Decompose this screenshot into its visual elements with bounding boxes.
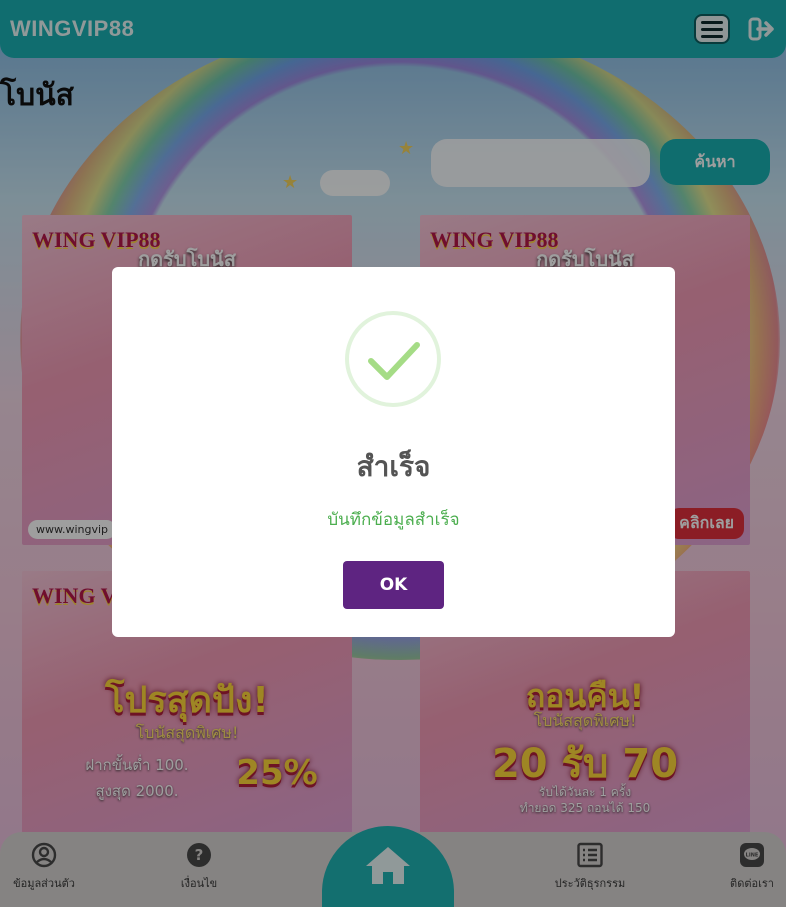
dialog-message: บันทึกข้อมูลสำเร็จ [327, 510, 460, 530]
ok-button[interactable]: OK [343, 561, 444, 609]
check-mark [368, 342, 420, 380]
success-check-icon [345, 311, 441, 407]
dialog-title: สำเร็จ [356, 450, 431, 483]
success-dialog: สำเร็จ บันทึกข้อมูลสำเร็จ OK [112, 267, 675, 637]
